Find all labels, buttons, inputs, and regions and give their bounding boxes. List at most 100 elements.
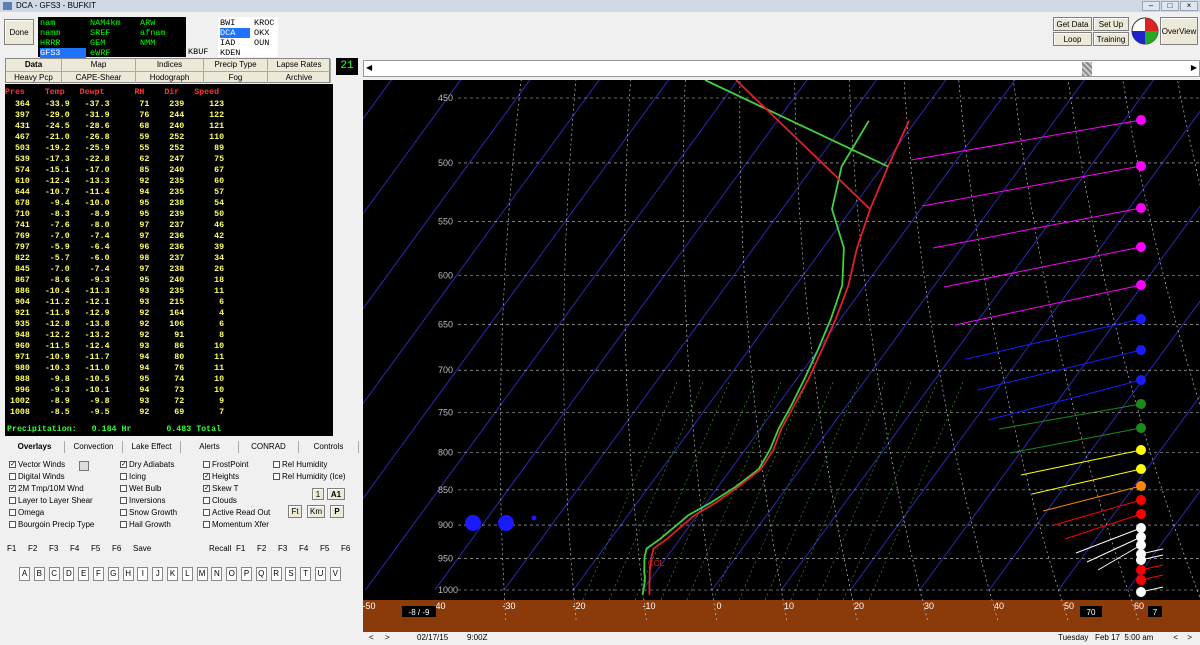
checkbox-heights[interactable]: ✓ Heights: [203, 472, 239, 481]
time-scrollbar[interactable]: ◀ ▶: [363, 60, 1200, 77]
checkbox-box[interactable]: [203, 497, 210, 504]
done-button[interactable]: Done: [4, 19, 34, 45]
checkbox-box[interactable]: [203, 461, 210, 468]
letter-button-j[interactable]: J: [152, 567, 164, 581]
scroll-thumb[interactable]: [1082, 62, 1092, 76]
overlay-tab-overlays[interactable]: Overlays: [5, 441, 65, 453]
scroll-left-icon[interactable]: ◀: [366, 63, 372, 72]
checkbox-frostpoint[interactable]: FrostPoint: [203, 460, 248, 469]
model-item-arw[interactable]: ARW: [140, 18, 155, 28]
fkey-right-f2[interactable]: F2: [257, 544, 266, 553]
station-extra[interactable]: KBUF: [188, 47, 208, 57]
checkbox-box[interactable]: [203, 509, 210, 516]
checkbox-bourgoin-precip-type[interactable]: Bourgoin Precip Type: [9, 520, 94, 529]
letter-button-a[interactable]: A: [19, 567, 30, 581]
checkbox-box[interactable]: [120, 485, 127, 492]
letter-button-m[interactable]: M: [196, 567, 208, 581]
checkbox-box[interactable]: [9, 497, 16, 504]
status-prev-icon[interactable]: <: [369, 633, 374, 642]
tab-data[interactable]: Data: [6, 59, 62, 71]
letter-button-s[interactable]: S: [285, 567, 297, 581]
checkbox-box[interactable]: [120, 497, 127, 504]
checkbox-box[interactable]: ✓: [120, 461, 127, 468]
ft-button[interactable]: Ft: [288, 505, 302, 518]
letter-button-u[interactable]: U: [315, 567, 326, 581]
overview-button[interactable]: OverView: [1160, 17, 1198, 45]
tab-lapse-rates[interactable]: Lapse Rates: [268, 59, 331, 71]
letter-button-g[interactable]: G: [107, 567, 119, 581]
checkbox-box[interactable]: [9, 521, 16, 528]
checkbox-box[interactable]: [203, 521, 210, 528]
fkey-right-f4[interactable]: F4: [299, 544, 308, 553]
set-up-button[interactable]: Set Up: [1093, 17, 1129, 31]
checkbox-box[interactable]: [120, 509, 127, 516]
tab-fog[interactable]: Fog: [204, 71, 268, 83]
model-item-ewrf[interactable]: eWRF: [90, 48, 110, 58]
p-button[interactable]: P: [330, 505, 344, 518]
fkey-left-f3[interactable]: F3: [49, 544, 58, 553]
checkbox-2m-tmp-10m-wnd[interactable]: ✓ 2M Tmp/10M Wnd: [9, 484, 84, 493]
letter-button-d[interactable]: D: [63, 567, 75, 581]
tab-map[interactable]: Map: [62, 59, 136, 71]
letter-button-f[interactable]: F: [93, 567, 104, 581]
overlay-tab-convection[interactable]: Convection: [65, 441, 123, 453]
checkbox-box[interactable]: [273, 461, 280, 468]
checkbox-box[interactable]: [273, 473, 280, 480]
station-item-kden[interactable]: KDEN: [220, 48, 240, 58]
get-data-button[interactable]: Get Data: [1053, 17, 1092, 31]
tab-indices[interactable]: Indices: [136, 59, 204, 71]
station-item-kroc[interactable]: KROC: [254, 18, 274, 28]
model-item-nam[interactable]: nam: [40, 18, 55, 28]
fkey-left-f5[interactable]: F5: [91, 544, 100, 553]
checkbox-box[interactable]: [9, 473, 16, 480]
checkbox-dry-adiabats[interactable]: ✓ Dry Adiabats: [120, 460, 174, 469]
station-item-okx[interactable]: OKX: [254, 28, 269, 38]
station-item-oun[interactable]: OUN: [254, 38, 269, 48]
checkbox-snow-growth[interactable]: Snow Growth: [120, 508, 177, 517]
skewt-plot[interactable]: 450 500 550 600 650 700 750 800 850 900 950 1000 -50…: [18, 0, 1200, 632]
overlay-tab-conrad[interactable]: CONRAD: [239, 441, 299, 453]
checkbox-box[interactable]: ✓: [203, 485, 210, 492]
loop-button[interactable]: Loop: [1053, 32, 1092, 46]
checkbox-momentum-xfer[interactable]: Momentum Xfer: [203, 520, 269, 529]
checkbox-digital-winds[interactable]: Digital Winds: [9, 472, 65, 481]
letter-button-h[interactable]: H: [122, 567, 134, 581]
scroll-right-icon[interactable]: ▶: [1191, 63, 1197, 72]
overlay-tab-controls[interactable]: Controls: [299, 441, 359, 453]
checkbox-clouds[interactable]: Clouds: [203, 496, 237, 505]
recall-button[interactable]: Recall: [209, 544, 231, 553]
status-next2-icon[interactable]: >: [1187, 633, 1192, 642]
close-icon[interactable]: ×: [1180, 1, 1198, 11]
checkbox-active-read-out[interactable]: Active Read Out: [203, 508, 270, 517]
checkbox-box[interactable]: [9, 509, 16, 516]
fkey-left-f1[interactable]: F1: [7, 544, 16, 553]
fkey-right-f6[interactable]: F6: [341, 544, 350, 553]
a1-button[interactable]: A1: [327, 488, 345, 500]
maximize-icon[interactable]: □: [1161, 1, 1179, 11]
station-item-iad[interactable]: IAD: [220, 38, 235, 48]
station-item-bwi[interactable]: BWI: [220, 18, 235, 28]
training-button[interactable]: Training: [1093, 32, 1129, 46]
letter-button-v[interactable]: V: [329, 567, 341, 581]
overlay-tab-lake-effect[interactable]: Lake Effect: [123, 441, 181, 453]
tab-heavy-pcp[interactable]: Heavy Pcp: [6, 71, 62, 83]
model-list[interactable]: nam NAM4km ARW namm SREF afnam HRRR GEM NMM GFS3 e…: [38, 17, 186, 58]
letter-button-o[interactable]: O: [226, 567, 238, 581]
station-item-dca[interactable]: DCA: [220, 28, 250, 38]
checkbox-inversions[interactable]: Inversions: [120, 496, 165, 505]
checkbox-skew-t[interactable]: ✓ Skew T: [203, 484, 239, 493]
letter-button-l[interactable]: L: [181, 567, 193, 581]
checkbox-rel-humidity[interactable]: Rel Humidity: [273, 460, 327, 469]
model-item-gfs3[interactable]: GFS3: [40, 48, 86, 58]
letter-button-e[interactable]: E: [78, 567, 90, 581]
letter-button-n[interactable]: N: [211, 567, 223, 581]
tab-hodograph[interactable]: Hodograph: [136, 71, 204, 83]
letter-button-b[interactable]: B: [33, 567, 45, 581]
checkbox-omega[interactable]: Omega: [9, 508, 44, 517]
fkey-right-f1[interactable]: F1: [236, 544, 245, 553]
tab-cape-shear[interactable]: CAPE-Shear: [62, 71, 136, 83]
station-list[interactable]: BWI KROC DCA OKX IAD OUN KDEN: [218, 17, 278, 58]
checkbox-box[interactable]: ✓: [203, 473, 210, 480]
save-button[interactable]: Save: [133, 544, 151, 553]
checkbox-rel-humidity-ice-[interactable]: Rel Humidity (Ice): [273, 472, 346, 481]
